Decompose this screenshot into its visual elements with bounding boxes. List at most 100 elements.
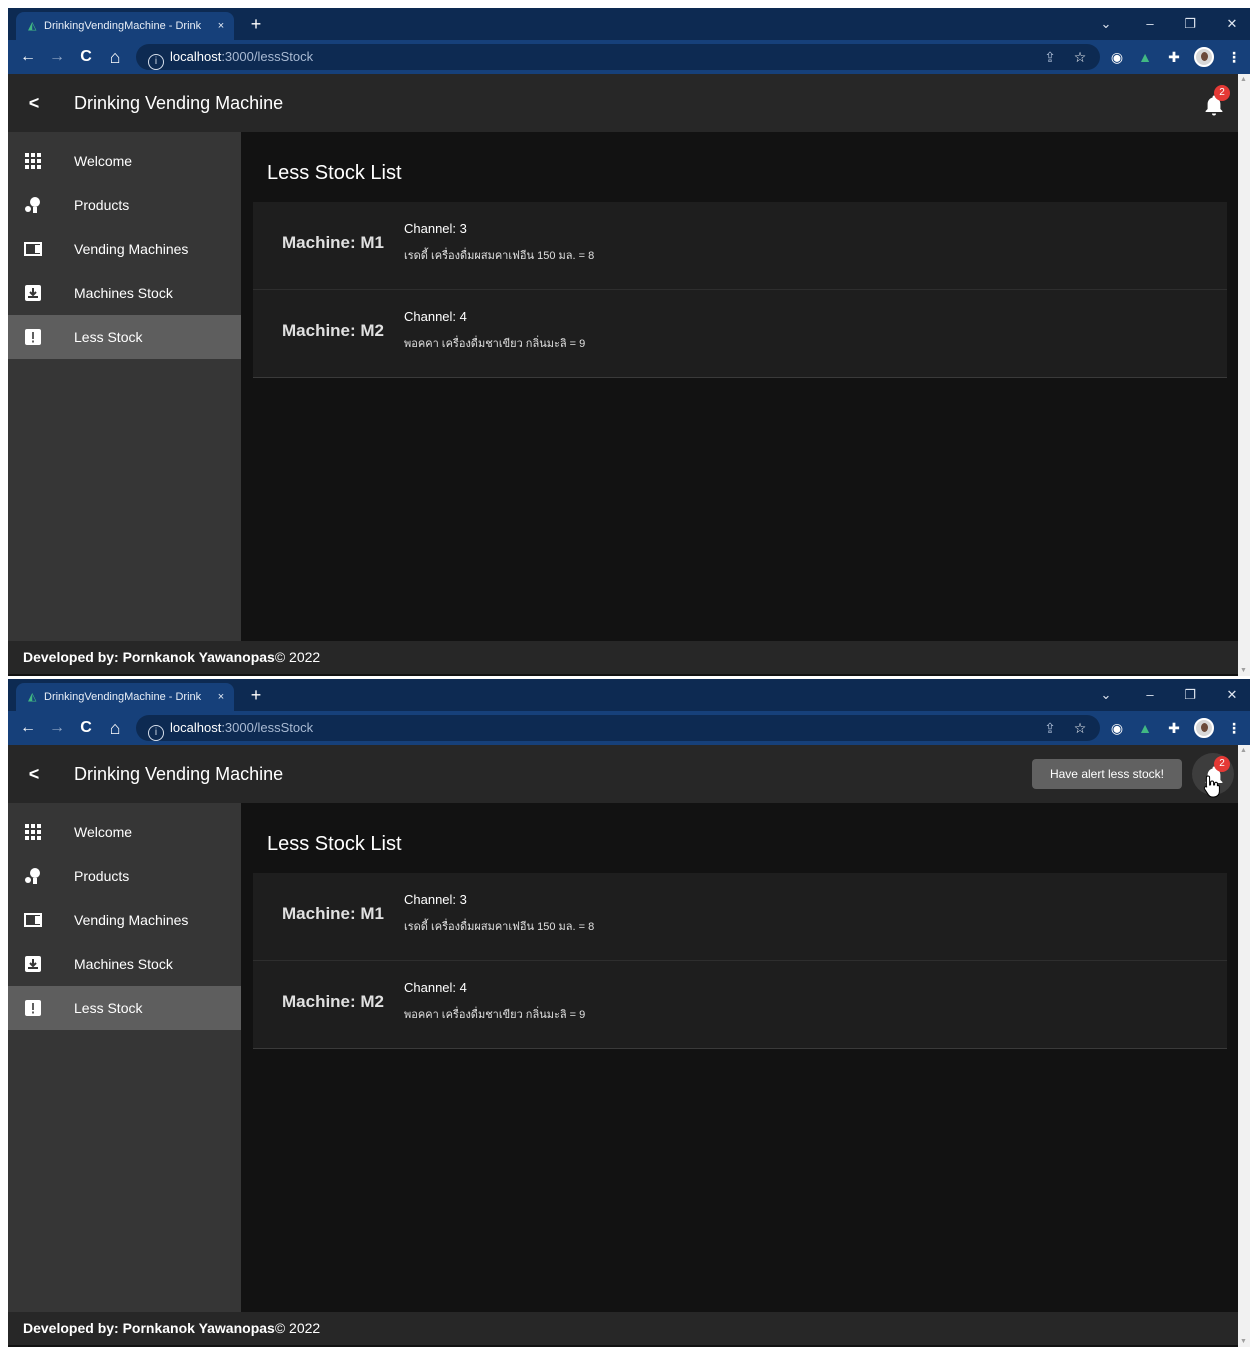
alert-tooltip: Have alert less stock!: [1032, 759, 1182, 789]
star-icon[interactable]: ☆: [1068, 45, 1092, 69]
products-icon: [25, 868, 40, 884]
minimize-icon[interactable]: –: [1136, 14, 1164, 34]
minimize-icon[interactable]: –: [1136, 685, 1164, 705]
sidebar-item-vending-machines[interactable]: Vending Machines: [8, 227, 241, 271]
page-scrollbar[interactable]: ▲ ▼: [1238, 745, 1250, 1347]
profile-avatar[interactable]: [1194, 47, 1214, 67]
list-item: Machine: M1 Channel: 3 เรดดี้ เครื่องดื่…: [253, 202, 1227, 290]
product-stock-line: เรดดี้ เครื่องดื่มผสมคาเฟอีน 150 มล. = 8: [404, 250, 595, 262]
url-path: :3000/lessStock: [221, 720, 314, 735]
forward-arrow-icon[interactable]: →: [45, 45, 69, 69]
grid-icon: [25, 153, 41, 169]
new-tab-button[interactable]: +: [244, 12, 268, 36]
camera-icon[interactable]: ◉: [1105, 45, 1129, 69]
machine-name: Machine: M2: [282, 992, 385, 1011]
back-arrow-icon[interactable]: ←: [16, 45, 40, 69]
alert-icon: [25, 1000, 41, 1016]
tab-title: DrinkingVendingMachine - Drink: [44, 20, 202, 32]
machine-name: Machine: M1: [282, 904, 385, 923]
restore-icon[interactable]: ❐: [1176, 685, 1204, 705]
sidebar-item-label: Less Stock: [74, 329, 143, 345]
grid-icon: [25, 824, 41, 840]
reload-icon[interactable]: C: [74, 45, 98, 69]
sidebar-item-label: Products: [74, 197, 130, 213]
star-icon[interactable]: ☆: [1068, 716, 1092, 740]
back-arrow-icon[interactable]: ←: [16, 716, 40, 740]
page-title: Less Stock List: [267, 162, 402, 184]
product-stock-line: พอคคา เครื่องดื่มชาเขียว กลิ่นมะลิ = 9: [404, 1009, 586, 1021]
scroll-up-arrow-icon[interactable]: ▲: [1240, 76, 1247, 83]
alert-icon: [25, 329, 41, 345]
menu-icon[interactable]: ⋮: [1222, 716, 1246, 740]
tab-close-icon[interactable]: ×: [214, 683, 228, 711]
sidebar-item-label: Vending Machines: [74, 241, 189, 257]
channel-label: Channel: 3: [404, 221, 467, 236]
vending-machine-icon: [24, 913, 42, 927]
forward-arrow-icon[interactable]: →: [45, 716, 69, 740]
home-icon[interactable]: ⌂: [103, 45, 127, 69]
restore-icon[interactable]: ❐: [1176, 14, 1204, 34]
share-icon[interactable]: ⇪: [1038, 716, 1062, 740]
channel-label: Channel: 3: [404, 892, 467, 907]
tab-search-icon[interactable]: ⌄: [1092, 14, 1120, 34]
sidebar-item-less-stock[interactable]: Less Stock: [8, 315, 241, 359]
extensions-icon[interactable]: ✚: [1162, 45, 1186, 69]
screenshot-before-hover: ◭ DrinkingVendingMachine - Drink × + ⌄ – …: [8, 8, 1250, 676]
url-host: localhost: [170, 49, 222, 64]
url-host: localhost: [170, 720, 222, 735]
navigation-drawer: Welcome Products Vending Machines Machin…: [8, 803, 241, 1312]
sidebar-item-machines-stock[interactable]: Machines Stock: [8, 942, 241, 986]
home-icon[interactable]: ⌂: [103, 716, 127, 740]
machine-name: Machine: M2: [282, 321, 385, 340]
page-scrollbar[interactable]: ▲ ▼: [1238, 74, 1250, 676]
sidebar-item-welcome[interactable]: Welcome: [8, 810, 241, 854]
sidebar-item-welcome[interactable]: Welcome: [8, 139, 241, 183]
less-stock-list: Machine: M1 Channel: 3 เรดดี้ เครื่องดื่…: [253, 873, 1227, 1049]
tab-title: DrinkingVendingMachine - Drink: [44, 691, 202, 703]
collapse-drawer-button[interactable]: <: [22, 91, 46, 115]
scroll-down-arrow-icon[interactable]: ▼: [1240, 1338, 1247, 1345]
browser-tab[interactable]: ◭ DrinkingVendingMachine - Drink ×: [16, 12, 234, 40]
site-info-icon[interactable]: i: [148, 725, 164, 741]
menu-icon[interactable]: ⋮: [1222, 45, 1246, 69]
sidebar-item-label: Products: [74, 868, 130, 884]
vue-devtools-icon[interactable]: ▲: [1133, 45, 1157, 69]
sidebar-item-machines-stock[interactable]: Machines Stock: [8, 271, 241, 315]
browser-tab[interactable]: ◭ DrinkingVendingMachine - Drink ×: [16, 683, 234, 711]
scroll-down-arrow-icon[interactable]: ▼: [1240, 667, 1247, 674]
sidebar-item-label: Machines Stock: [74, 285, 173, 301]
app-title: Drinking Vending Machine: [74, 93, 284, 113]
footer: Developed by: Pornkanok Yawanopas© 2022: [8, 1312, 1238, 1345]
sidebar-item-vending-machines[interactable]: Vending Machines: [8, 898, 241, 942]
profile-avatar[interactable]: [1194, 718, 1214, 738]
camera-icon[interactable]: ◉: [1105, 716, 1129, 740]
share-icon[interactable]: ⇪: [1038, 45, 1062, 69]
sidebar-item-less-stock[interactable]: Less Stock: [8, 986, 241, 1030]
footer: Developed by: Pornkanok Yawanopas© 2022: [8, 641, 1238, 674]
new-tab-button[interactable]: +: [244, 683, 268, 707]
browser-tab-strip: ◭ DrinkingVendingMachine - Drink × + ⌄ – …: [8, 679, 1250, 711]
notification-count-badge: 2: [1214, 756, 1230, 772]
sidebar-item-products[interactable]: Products: [8, 183, 241, 227]
address-bar[interactable]: i localhost:3000/lessStock: [136, 44, 1100, 70]
channel-label: Channel: 4: [404, 309, 467, 324]
reload-icon[interactable]: C: [74, 716, 98, 740]
screenshot-bell-hover: ◭ DrinkingVendingMachine - Drink × + ⌄ – …: [8, 679, 1250, 1347]
scroll-up-arrow-icon[interactable]: ▲: [1240, 747, 1247, 754]
page-title: Less Stock List: [267, 833, 402, 855]
extensions-icon[interactable]: ✚: [1162, 716, 1186, 740]
tab-close-icon[interactable]: ×: [214, 12, 228, 40]
close-window-icon[interactable]: ✕: [1218, 14, 1246, 34]
close-window-icon[interactable]: ✕: [1218, 685, 1246, 705]
list-item: Machine: M2 Channel: 4 พอคคา เครื่องดื่ม…: [253, 961, 1227, 1049]
tab-search-icon[interactable]: ⌄: [1092, 685, 1120, 705]
sidebar-item-products[interactable]: Products: [8, 854, 241, 898]
site-info-icon[interactable]: i: [148, 54, 164, 70]
address-bar[interactable]: i localhost:3000/lessStock: [136, 715, 1100, 741]
url-path: :3000/lessStock: [221, 49, 314, 64]
app-title: Drinking Vending Machine: [74, 764, 284, 784]
notification-bell-button[interactable]: 2: [1192, 82, 1234, 124]
collapse-drawer-button[interactable]: <: [22, 762, 46, 786]
vue-logo-icon: ◭: [28, 20, 37, 32]
vue-devtools-icon[interactable]: ▲: [1133, 716, 1157, 740]
